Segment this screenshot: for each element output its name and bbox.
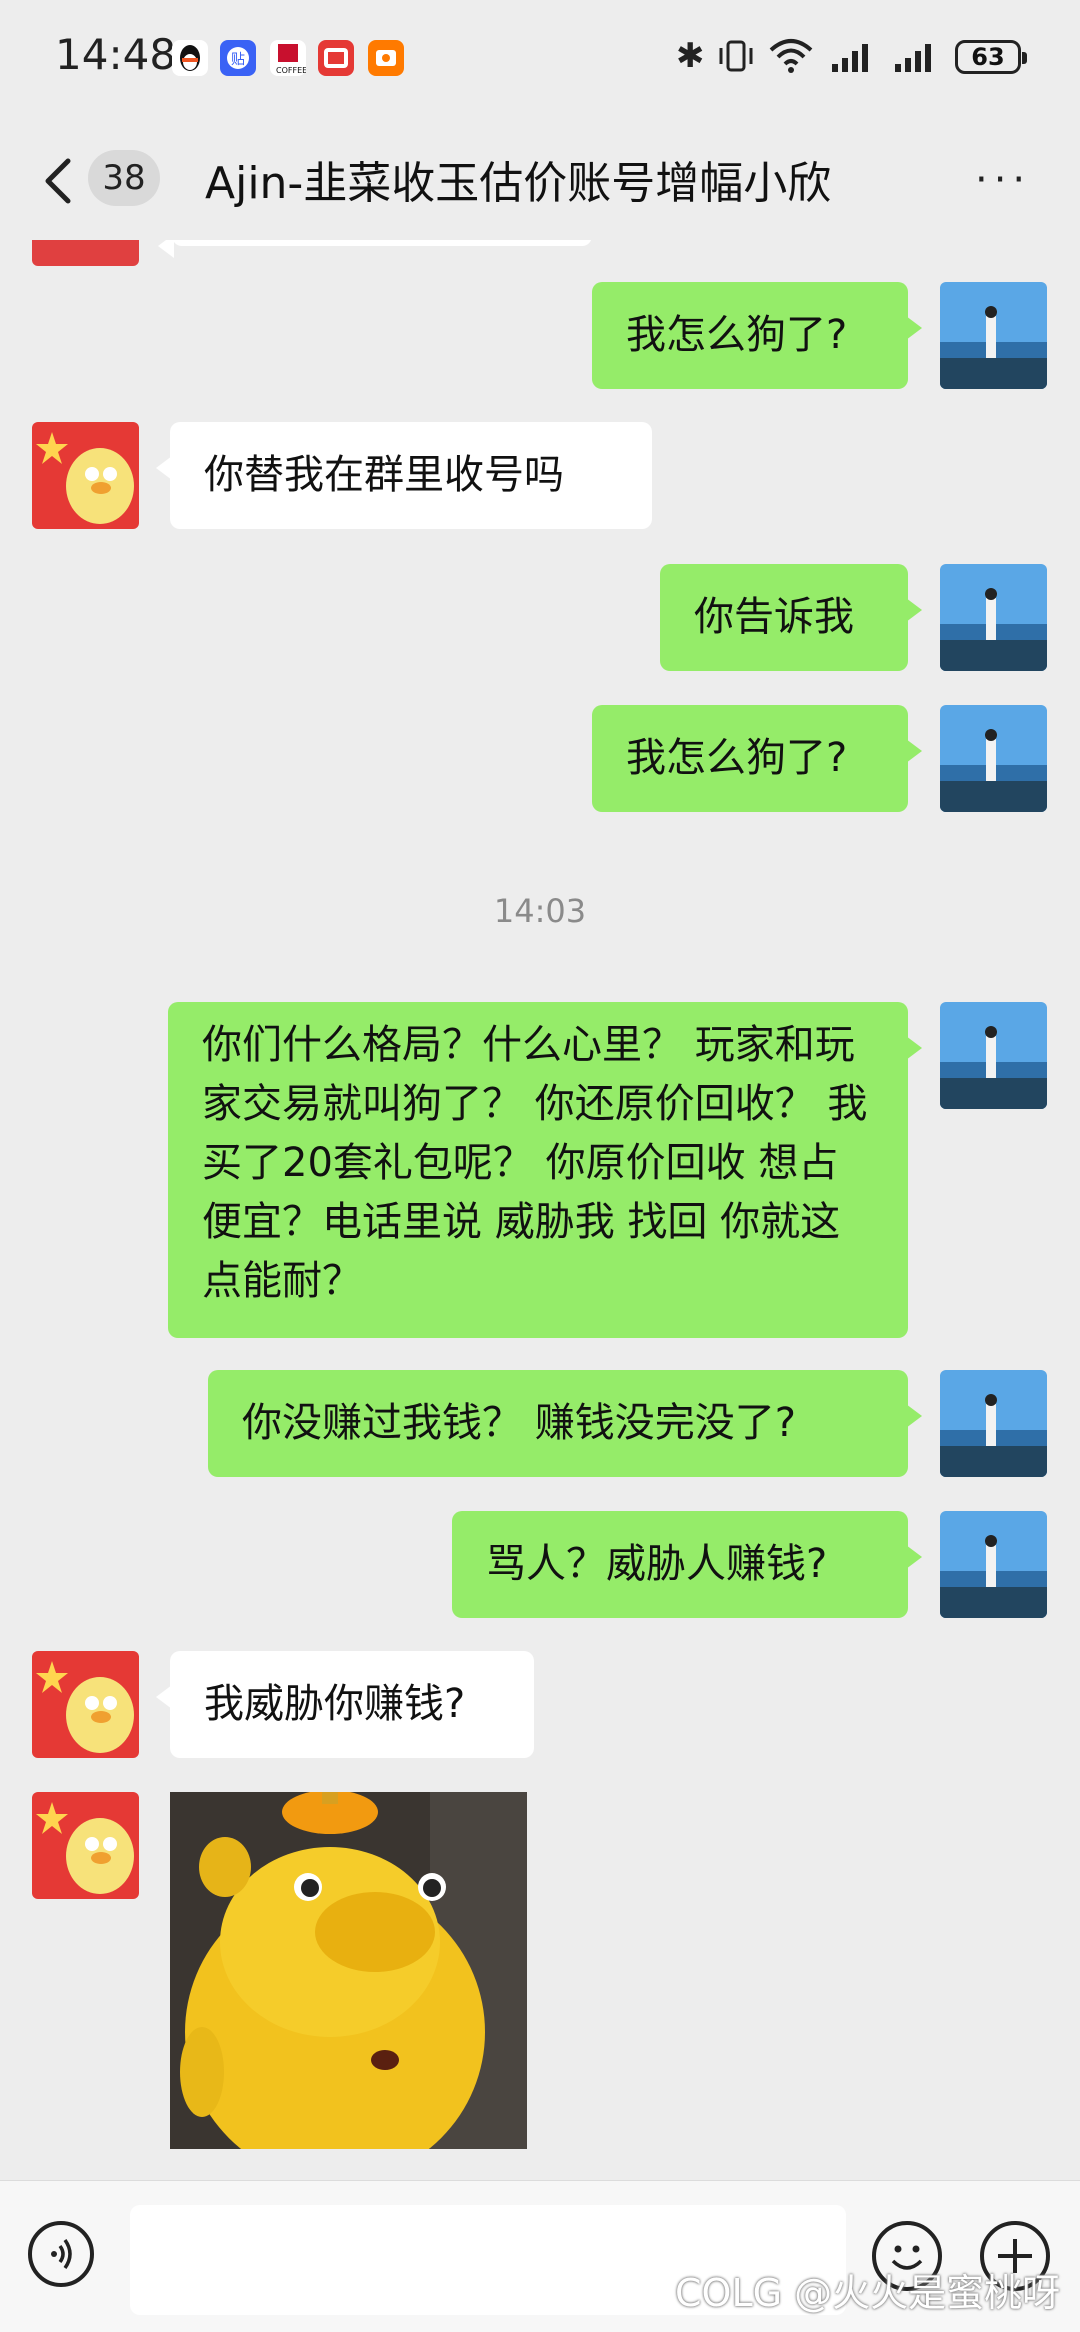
voice-icon: [51, 2238, 72, 2270]
message-bubble-me[interactable]: 你没赚过我钱？ 赚钱没完没了?: [208, 1370, 922, 1477]
message-bubble-partial: [158, 240, 592, 258]
message-bubble-me[interactable]: 你告诉我: [660, 564, 922, 671]
my-avatar[interactable]: [940, 1002, 1047, 1109]
my-avatar[interactable]: [940, 1511, 1047, 1618]
my-avatar[interactable]: [940, 564, 1047, 671]
bluetooth-icon: ✱: [676, 36, 705, 76]
my-avatar[interactable]: [940, 705, 1047, 812]
voice-input-button[interactable]: [28, 2221, 94, 2287]
orange-app-icon: [368, 40, 404, 76]
my-avatar[interactable]: [940, 282, 1047, 389]
svg-text:贴: 贴: [231, 52, 245, 68]
signal-icon-2: [893, 36, 939, 85]
wifi-icon: [768, 36, 814, 85]
status-time: 14:48: [55, 30, 177, 79]
chat-header: 38 Ajin-韭菜收玉估价账号增幅小欣 ···: [0, 125, 1080, 240]
message-bubble-me[interactable]: 我怎么狗了?: [592, 705, 922, 812]
contact-avatar[interactable]: [32, 240, 139, 266]
fast-food-app-icon: [318, 40, 354, 76]
message-bubble-me[interactable]: 骂人？威胁人赚钱?: [452, 1511, 922, 1618]
battery-indicator: 63: [955, 40, 1027, 74]
svg-text:COFFEE: COFFEE: [276, 66, 306, 75]
status-bar: 14:48 贴 COFFEE ✱ 63: [0, 0, 1080, 120]
more-icon: ···: [975, 157, 1032, 203]
kfc-coffee-icon: COFFEE: [270, 40, 307, 76]
more-options-button[interactable]: ···: [975, 160, 1031, 200]
message-bubble-them[interactable]: 我威胁你赚钱?: [156, 1651, 534, 1758]
contact-avatar[interactable]: [32, 1792, 139, 1899]
contact-avatar[interactable]: [32, 422, 139, 529]
qq-icon: [172, 40, 208, 76]
message-bubble-me[interactable]: 你们什么格局？什么心里？ 玩家和玩家交易就叫狗了？ 你还原价回收？ 我买了20套…: [168, 1002, 922, 1338]
my-avatar[interactable]: [940, 1370, 1047, 1477]
chat-message-list[interactable]: 我怎么狗了? 你替我在群里收号吗 你告诉我 我怎么狗了? 14:03 你们什么格…: [0, 240, 1080, 2180]
tieba-icon: 贴: [220, 40, 256, 76]
back-button[interactable]: [40, 151, 80, 211]
watermark-text: COLG @火火是蜜桃呀: [675, 2271, 1061, 2315]
chat-title: Ajin-韭菜收玉估价账号增幅小欣: [205, 158, 832, 209]
message-bubble-them[interactable]: 你替我在群里收号吗: [156, 422, 652, 529]
sticker-image[interactable]: [170, 1790, 527, 2180]
chat-timestamp: 14:03: [493, 892, 587, 930]
vibrate-icon: [716, 36, 756, 85]
message-bubble-me[interactable]: 我怎么狗了?: [592, 282, 922, 389]
unread-count-badge[interactable]: 38: [88, 150, 160, 206]
signal-icon-1: [830, 36, 876, 85]
contact-avatar[interactable]: [32, 1651, 139, 1758]
